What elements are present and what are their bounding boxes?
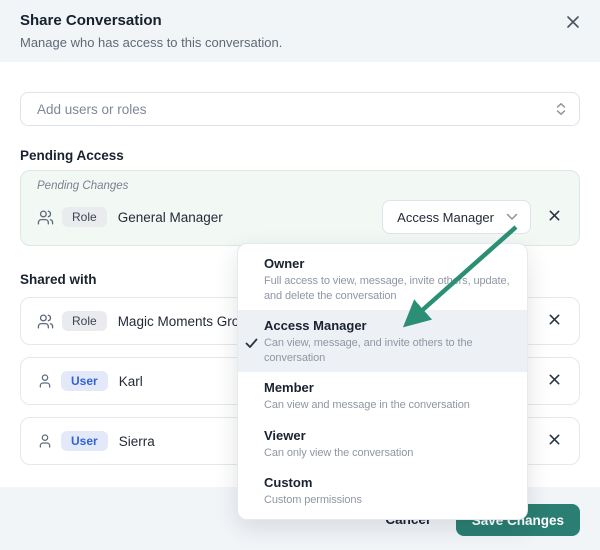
x-icon bbox=[548, 313, 561, 329]
remove-shared-entry-button[interactable] bbox=[543, 310, 565, 332]
remove-shared-entry-button[interactable] bbox=[543, 370, 565, 392]
option-description: Custom permissions bbox=[264, 494, 362, 506]
modal-subtitle: Manage who has access to this conversati… bbox=[20, 35, 283, 50]
dropdown-option-access-manager[interactable]: Access Manager Can view, message, and in… bbox=[238, 310, 527, 372]
modal-header: Share Conversation Manage who has access… bbox=[0, 0, 600, 62]
permission-dropdown-menu: Owner Full access to view, message, invi… bbox=[237, 243, 528, 520]
entity-name: General Manager bbox=[117, 209, 223, 225]
permission-value: Access Manager bbox=[397, 209, 494, 225]
x-icon bbox=[548, 373, 561, 389]
people-icon bbox=[37, 313, 54, 330]
entity-name: Karl bbox=[118, 373, 143, 389]
permission-select[interactable]: Access Manager bbox=[382, 200, 531, 234]
option-description: Full access to view, message, invite oth… bbox=[264, 275, 510, 302]
entity-name: Magic Moments Group bbox=[117, 313, 255, 329]
type-badge-user: User bbox=[61, 371, 108, 391]
option-title: Owner bbox=[264, 256, 305, 271]
dropdown-option-owner[interactable]: Owner Full access to view, message, invi… bbox=[238, 248, 527, 310]
option-title: Custom bbox=[264, 475, 313, 490]
person-icon bbox=[37, 433, 53, 449]
option-description: Can view and message in the conversation bbox=[264, 399, 470, 411]
option-title: Access Manager bbox=[264, 318, 367, 333]
type-badge-role: Role bbox=[62, 311, 107, 331]
dropdown-option-custom[interactable]: Custom Custom permissions bbox=[238, 467, 527, 515]
share-conversation-modal: Share Conversation Manage who has access… bbox=[0, 0, 600, 550]
pending-changes-label: Pending Changes bbox=[37, 180, 129, 192]
close-modal-button[interactable] bbox=[562, 12, 584, 34]
pending-entry-row: Role General Manager Access Manager bbox=[37, 200, 565, 234]
add-users-placeholder: Add users or roles bbox=[37, 101, 147, 117]
modal-title: Share Conversation bbox=[20, 12, 162, 29]
checkmark-icon bbox=[245, 336, 258, 354]
x-icon bbox=[548, 433, 561, 449]
person-icon bbox=[37, 373, 53, 389]
add-users-select[interactable]: Add users or roles bbox=[20, 92, 580, 126]
type-badge-role: Role bbox=[62, 207, 107, 227]
chevron-down-icon bbox=[506, 213, 518, 221]
option-title: Member bbox=[264, 380, 314, 395]
remove-shared-entry-button[interactable] bbox=[543, 430, 565, 452]
remove-pending-entry-button[interactable] bbox=[543, 206, 565, 228]
close-icon bbox=[566, 15, 580, 32]
x-icon bbox=[548, 209, 561, 225]
unfold-selector-icon bbox=[555, 102, 567, 116]
people-icon bbox=[37, 209, 54, 226]
entity-name: Sierra bbox=[118, 433, 155, 449]
pending-changes-box: Pending Changes Role General Manager Acc… bbox=[20, 170, 580, 246]
option-description: Can view, message, and invite others to … bbox=[264, 337, 473, 364]
option-description: Can only view the conversation bbox=[264, 446, 414, 459]
dropdown-option-member[interactable]: Member Can view and message in the conve… bbox=[238, 372, 527, 420]
type-badge-user: User bbox=[61, 431, 108, 451]
pending-access-heading: Pending Access bbox=[20, 148, 124, 163]
dropdown-option-viewer[interactable]: Viewer Can only view the conversation bbox=[238, 420, 527, 468]
option-title: Viewer bbox=[264, 427, 306, 443]
shared-with-heading: Shared with bbox=[20, 272, 97, 287]
